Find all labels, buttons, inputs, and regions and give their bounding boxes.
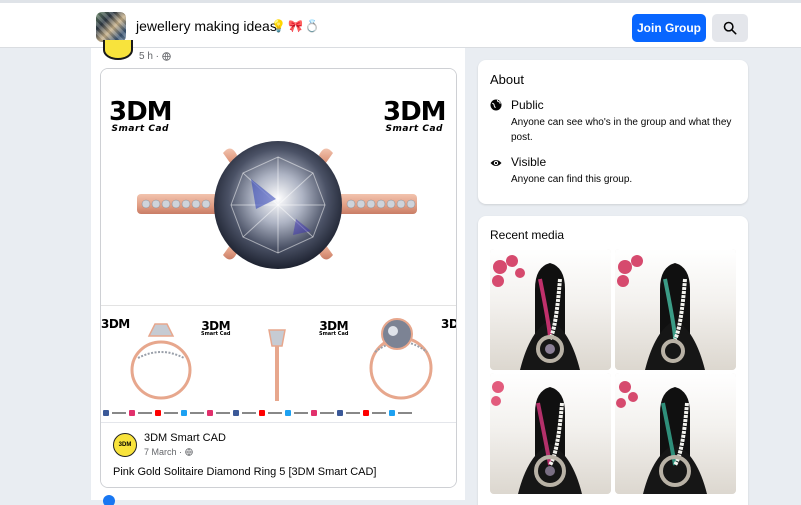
search-icon [723, 21, 737, 35]
post-author-avatar[interactable] [103, 40, 133, 60]
visibility-label: Visible [511, 155, 547, 169]
post-time-text: 5 h · [139, 51, 160, 62]
privacy-description: Anyone can see who's in the group and wh… [511, 117, 732, 143]
shared-author-avatar[interactable]: 3DM [113, 433, 137, 457]
avatar-text: 3DM [118, 442, 132, 448]
about-card: About Public Anyone can see who's in the… [478, 60, 748, 204]
group-name[interactable]: jewellery making ideas [136, 18, 277, 34]
globe-icon [490, 99, 502, 111]
bow-icon: 🎀 [287, 19, 303, 33]
ring-hero-image[interactable]: 3DM Smart Cad 3DM Smart Cad [101, 69, 456, 305]
necklace-bust-illustration [616, 381, 707, 494]
shared-post-footer: 3DM 3DM Smart CAD 7 March · Pink Gold So… [101, 422, 456, 487]
join-group-button[interactable]: Join Group [632, 14, 706, 42]
media-thumbnail[interactable] [615, 249, 736, 370]
ring-views-illustration [130, 318, 433, 401]
globe-icon [185, 448, 193, 456]
post-timestamp[interactable]: 5 h · [139, 51, 171, 62]
bulb-icon: 💡 [271, 19, 286, 33]
shared-post-date[interactable]: 7 March · [144, 447, 193, 457]
shared-post-card[interactable]: 3DM Smart Cad 3DM Smart Cad 3DM 3DM Smar… [100, 68, 457, 488]
visibility-description: Anyone can find this group. [511, 174, 633, 185]
eye-icon [490, 160, 502, 166]
globe-icon [162, 52, 171, 61]
necklace-bust-illustration [617, 255, 705, 370]
ring-icon: 💍 [304, 19, 320, 33]
shared-date-text: 7 March · [144, 447, 183, 457]
group-feed: 5 h · 3DM Smart Cad 3DM Smart Cad 3DM 3D… [91, 40, 465, 505]
about-title: About [490, 72, 524, 87]
group-name-emojis: 💡 🎀 💍 [271, 18, 320, 34]
ring-views-image[interactable]: 3DM 3DM Smart Cad 3DM Smart Cad 3DM [101, 306, 456, 422]
media-thumbnail[interactable] [490, 373, 611, 494]
necklace-bust-illustration [492, 255, 580, 370]
diamond-ring-illustration [137, 141, 417, 269]
privacy-label: Public [511, 98, 544, 112]
media-thumbnail[interactable] [615, 373, 736, 494]
shared-post-text: Pink Gold Solitaire Diamond Ring 5 [3DM … [113, 466, 377, 478]
recent-media-card: Recent media [478, 216, 748, 505]
shared-author-name[interactable]: 3DM Smart CAD [144, 432, 226, 444]
recent-media-title: Recent media [490, 228, 565, 242]
media-thumbnail[interactable] [490, 249, 611, 370]
social-handles-strip [101, 409, 456, 417]
next-post-avatar[interactable] [103, 495, 115, 505]
group-avatar[interactable] [96, 12, 126, 42]
search-button[interactable] [712, 14, 748, 42]
necklace-bust-illustration [491, 381, 582, 494]
